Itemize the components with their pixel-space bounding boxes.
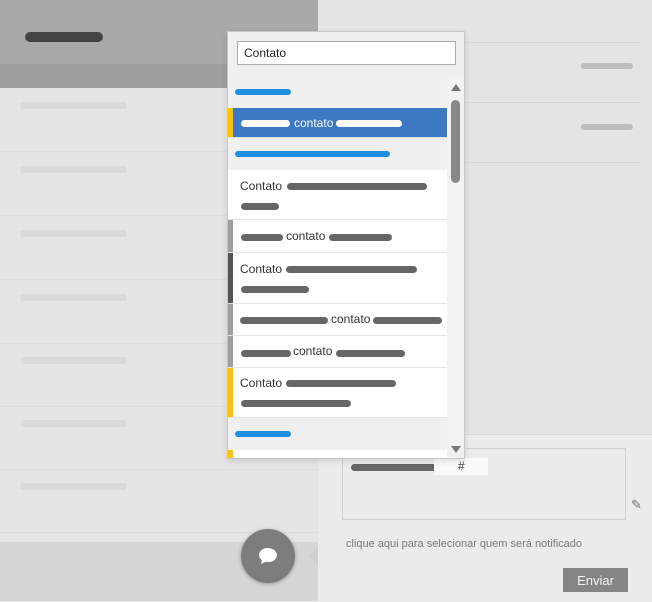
option-accent bbox=[228, 304, 233, 335]
option-item[interactable]: contato bbox=[228, 220, 447, 253]
send-button[interactable]: Enviar bbox=[563, 568, 628, 592]
search-input[interactable] bbox=[237, 41, 456, 65]
option-accent bbox=[228, 253, 233, 303]
option-text-suffix bbox=[336, 120, 402, 127]
list-item-text bbox=[20, 102, 127, 109]
fab-pointer bbox=[309, 547, 318, 565]
list-header-title bbox=[25, 32, 103, 42]
list-item-text bbox=[20, 166, 127, 173]
scroll-down-arrow-icon[interactable] bbox=[451, 446, 461, 453]
chat-bubble-icon bbox=[259, 548, 277, 564]
group-header-label bbox=[235, 431, 291, 437]
list-item-text bbox=[20, 230, 127, 237]
option-accent bbox=[228, 220, 233, 252]
option-item[interactable]: contato bbox=[228, 304, 447, 336]
option-label: Contato bbox=[240, 376, 283, 390]
list-item-text bbox=[20, 294, 127, 301]
search-wrap bbox=[228, 32, 464, 76]
option-item[interactable] bbox=[228, 450, 447, 458]
message-meta bbox=[581, 63, 633, 69]
option-text-suffix bbox=[336, 350, 405, 357]
option-accent bbox=[228, 170, 233, 219]
option-item[interactable]: Contato bbox=[228, 170, 447, 220]
scroll-up-arrow-icon[interactable] bbox=[451, 84, 461, 91]
notify-selector-link[interactable]: clique aqui para selecionar quem será no… bbox=[346, 538, 582, 550]
group-header-label bbox=[235, 89, 291, 95]
message-meta bbox=[581, 124, 633, 130]
list-item-text bbox=[20, 357, 127, 364]
option-text-prefix bbox=[241, 120, 290, 127]
option-text-prefix bbox=[241, 234, 283, 241]
option-accent bbox=[228, 450, 233, 458]
option-item[interactable]: contato bbox=[228, 336, 447, 368]
option-item-selected[interactable]: contato bbox=[228, 108, 447, 138]
option-text-line2 bbox=[241, 400, 351, 407]
chat-button[interactable] bbox=[241, 529, 295, 583]
option-accent bbox=[228, 368, 233, 417]
option-label: contato bbox=[286, 229, 326, 243]
scrollbar[interactable] bbox=[447, 76, 464, 458]
paperclip-icon[interactable]: ✎ bbox=[631, 497, 642, 513]
scrollbar-thumb[interactable] bbox=[451, 100, 460, 183]
option-label: contato bbox=[331, 312, 371, 326]
option-item[interactable]: Contato bbox=[228, 253, 447, 304]
list-item-text bbox=[20, 420, 127, 427]
option-label: contato bbox=[294, 116, 334, 130]
mention-dropdown: contato Contato contato Contato bbox=[227, 31, 465, 459]
option-text-line2 bbox=[241, 203, 279, 210]
group-header-label bbox=[235, 151, 390, 157]
list-item-text bbox=[20, 483, 127, 490]
option-accent bbox=[228, 336, 233, 367]
mention-chip[interactable]: # bbox=[434, 458, 488, 475]
option-text-suffix bbox=[329, 234, 392, 241]
group-header bbox=[228, 138, 447, 170]
option-text-suffix bbox=[373, 317, 442, 324]
option-label: Contato bbox=[240, 179, 283, 193]
option-label: contato bbox=[293, 344, 333, 358]
option-text-prefix bbox=[240, 317, 328, 324]
option-accent bbox=[228, 108, 233, 137]
option-text-suffix bbox=[287, 183, 427, 190]
option-item[interactable]: Contato bbox=[228, 368, 447, 418]
option-text-prefix bbox=[241, 350, 291, 357]
group-header bbox=[228, 418, 447, 450]
list-item[interactable] bbox=[0, 469, 318, 533]
option-text-line2 bbox=[241, 286, 309, 293]
group-header bbox=[228, 76, 447, 108]
option-label: Contato bbox=[240, 262, 283, 276]
option-text-suffix bbox=[286, 266, 417, 273]
option-text-suffix bbox=[286, 380, 396, 387]
